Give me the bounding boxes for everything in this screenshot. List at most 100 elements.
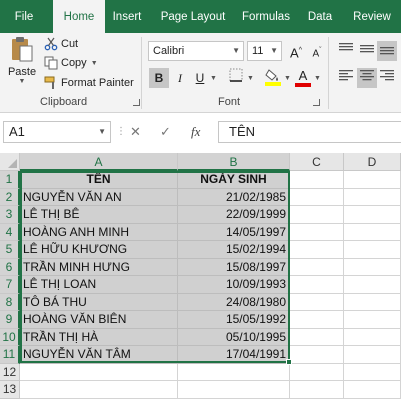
chevron-down-icon[interactable]: ▼ (210, 75, 217, 82)
cell-c11[interactable] (290, 346, 344, 364)
cell-a2[interactable]: NGUYỄN VĂN AN (20, 188, 178, 206)
chevron-down-icon[interactable]: ▼ (284, 75, 291, 82)
cell-b8[interactable]: 24/08/1980 (178, 293, 290, 311)
cell-d2[interactable] (344, 188, 401, 206)
cell-c12[interactable] (290, 363, 344, 381)
clipboard-dialog-launcher-icon[interactable] (133, 99, 140, 106)
cell-d11[interactable] (344, 346, 401, 364)
cut-button[interactable]: Cut (44, 36, 78, 52)
tab-page-layout[interactable]: Page Layout (158, 0, 228, 33)
name-box[interactable]: A1 ▼ (3, 121, 111, 143)
cell-b5[interactable]: 15/02/1994 (178, 241, 290, 259)
cell-a5[interactable]: LÊ HỮU KHƯƠNG (20, 241, 178, 259)
cell-b7[interactable]: 10/09/1993 (178, 276, 290, 294)
row-header[interactable]: 13 (0, 381, 20, 399)
row-header[interactable]: 6 (0, 258, 20, 276)
cell-d9[interactable] (344, 311, 401, 329)
bold-button[interactable]: B (149, 68, 169, 88)
row-header[interactable]: 7 (0, 276, 20, 294)
tab-insert[interactable]: Insert (109, 0, 145, 33)
tab-formulas[interactable]: Formulas (240, 0, 292, 33)
shrink-font-button[interactable]: Aˇ (307, 41, 327, 61)
cell-b1[interactable]: NGÀY SINH (178, 171, 290, 189)
cell-c13[interactable] (290, 381, 344, 399)
row-header[interactable]: 1 (0, 171, 20, 189)
row-header[interactable]: 8 (0, 293, 20, 311)
cell-d7[interactable] (344, 276, 401, 294)
cell-c8[interactable] (290, 293, 344, 311)
font-size-select[interactable]: 11 ▼ (247, 41, 282, 61)
column-header-a[interactable]: A (20, 153, 178, 171)
row-header[interactable]: 10 (0, 328, 20, 346)
cell-d12[interactable] (344, 363, 401, 381)
column-header-c[interactable]: C (290, 153, 344, 171)
cell-a11[interactable]: NGUYỄN VĂN TÂM (20, 346, 178, 364)
font-color-button[interactable]: A (293, 68, 313, 88)
cell-b13[interactable] (178, 381, 290, 399)
cell-c3[interactable] (290, 206, 344, 224)
cell-c10[interactable] (290, 328, 344, 346)
font-family-select[interactable]: Calibri ▼ (148, 41, 244, 61)
tab-file[interactable]: File (8, 0, 40, 33)
cell-d10[interactable] (344, 328, 401, 346)
enter-icon[interactable]: ✓ (160, 121, 171, 143)
cell-a13[interactable] (20, 381, 178, 399)
row-header[interactable]: 5 (0, 241, 20, 259)
tab-data[interactable]: Data (304, 0, 336, 33)
tab-review[interactable]: Review (350, 0, 394, 33)
align-bottom-button[interactable] (377, 41, 397, 61)
select-all-button[interactable] (0, 153, 20, 171)
cancel-icon[interactable]: ✕ (130, 121, 141, 143)
align-middle-button[interactable] (357, 41, 377, 61)
cell-a7[interactable]: LÊ THỊ LOAN (20, 276, 178, 294)
align-center-button[interactable] (357, 68, 377, 88)
cell-b4[interactable]: 14/05/1997 (178, 223, 290, 241)
fill-color-button[interactable] (263, 68, 283, 88)
insert-function-icon[interactable]: fx (191, 121, 200, 143)
grow-font-button[interactable]: A^ (286, 41, 306, 61)
chevron-down-icon[interactable]: ▼ (98, 122, 106, 142)
tab-home[interactable]: Home (53, 0, 105, 34)
cell-b12[interactable] (178, 363, 290, 381)
cell-b6[interactable]: 15/08/1997 (178, 258, 290, 276)
formula-input[interactable]: TÊN (218, 121, 401, 143)
cell-b9[interactable]: 15/05/1992 (178, 311, 290, 329)
row-header[interactable]: 11 (0, 346, 20, 364)
cell-c1[interactable] (290, 171, 344, 189)
cell-c5[interactable] (290, 241, 344, 259)
chevron-down-icon[interactable]: ▼ (314, 75, 321, 82)
font-dialog-launcher-icon[interactable] (313, 99, 320, 106)
cell-d5[interactable] (344, 241, 401, 259)
cell-d3[interactable] (344, 206, 401, 224)
copy-button[interactable]: Copy ▼ (44, 55, 98, 71)
cell-d4[interactable] (344, 223, 401, 241)
cell-a9[interactable]: HOÀNG VĂN BIÊN (20, 311, 178, 329)
row-header[interactable]: 9 (0, 311, 20, 329)
cell-b3[interactable]: 22/09/1999 (178, 206, 290, 224)
cell-c2[interactable] (290, 188, 344, 206)
cell-a6[interactable]: TRẦN MINH HƯNG (20, 258, 178, 276)
row-header[interactable]: 2 (0, 188, 20, 206)
cell-a8[interactable]: TÔ BÁ THU (20, 293, 178, 311)
format-painter-button[interactable]: Format Painter (44, 75, 134, 91)
cell-b2[interactable]: 21/02/1985 (178, 188, 290, 206)
italic-button[interactable]: I (170, 68, 190, 88)
borders-button[interactable] (226, 68, 246, 88)
row-header[interactable]: 12 (0, 363, 20, 381)
paste-button[interactable]: Paste ▼ (8, 36, 36, 92)
chevron-down-icon[interactable]: ▼ (247, 75, 254, 82)
cell-a10[interactable]: TRẦN THỊ HÀ (20, 328, 178, 346)
cell-a4[interactable]: HOÀNG ANH MINH (20, 223, 178, 241)
cell-b11[interactable]: 17/04/1991 (178, 346, 290, 364)
cell-c4[interactable] (290, 223, 344, 241)
cell-d13[interactable] (344, 381, 401, 399)
underline-button[interactable]: U (190, 68, 210, 88)
cell-a3[interactable]: LÊ THỊ BÊ (20, 206, 178, 224)
cell-c9[interactable] (290, 311, 344, 329)
row-header[interactable]: 3 (0, 206, 20, 224)
cell-a12[interactable] (20, 363, 178, 381)
column-header-b[interactable]: B (178, 153, 290, 171)
align-left-button[interactable] (336, 68, 356, 88)
row-header[interactable]: 4 (0, 223, 20, 241)
cell-a1[interactable]: TÊN (20, 171, 178, 189)
